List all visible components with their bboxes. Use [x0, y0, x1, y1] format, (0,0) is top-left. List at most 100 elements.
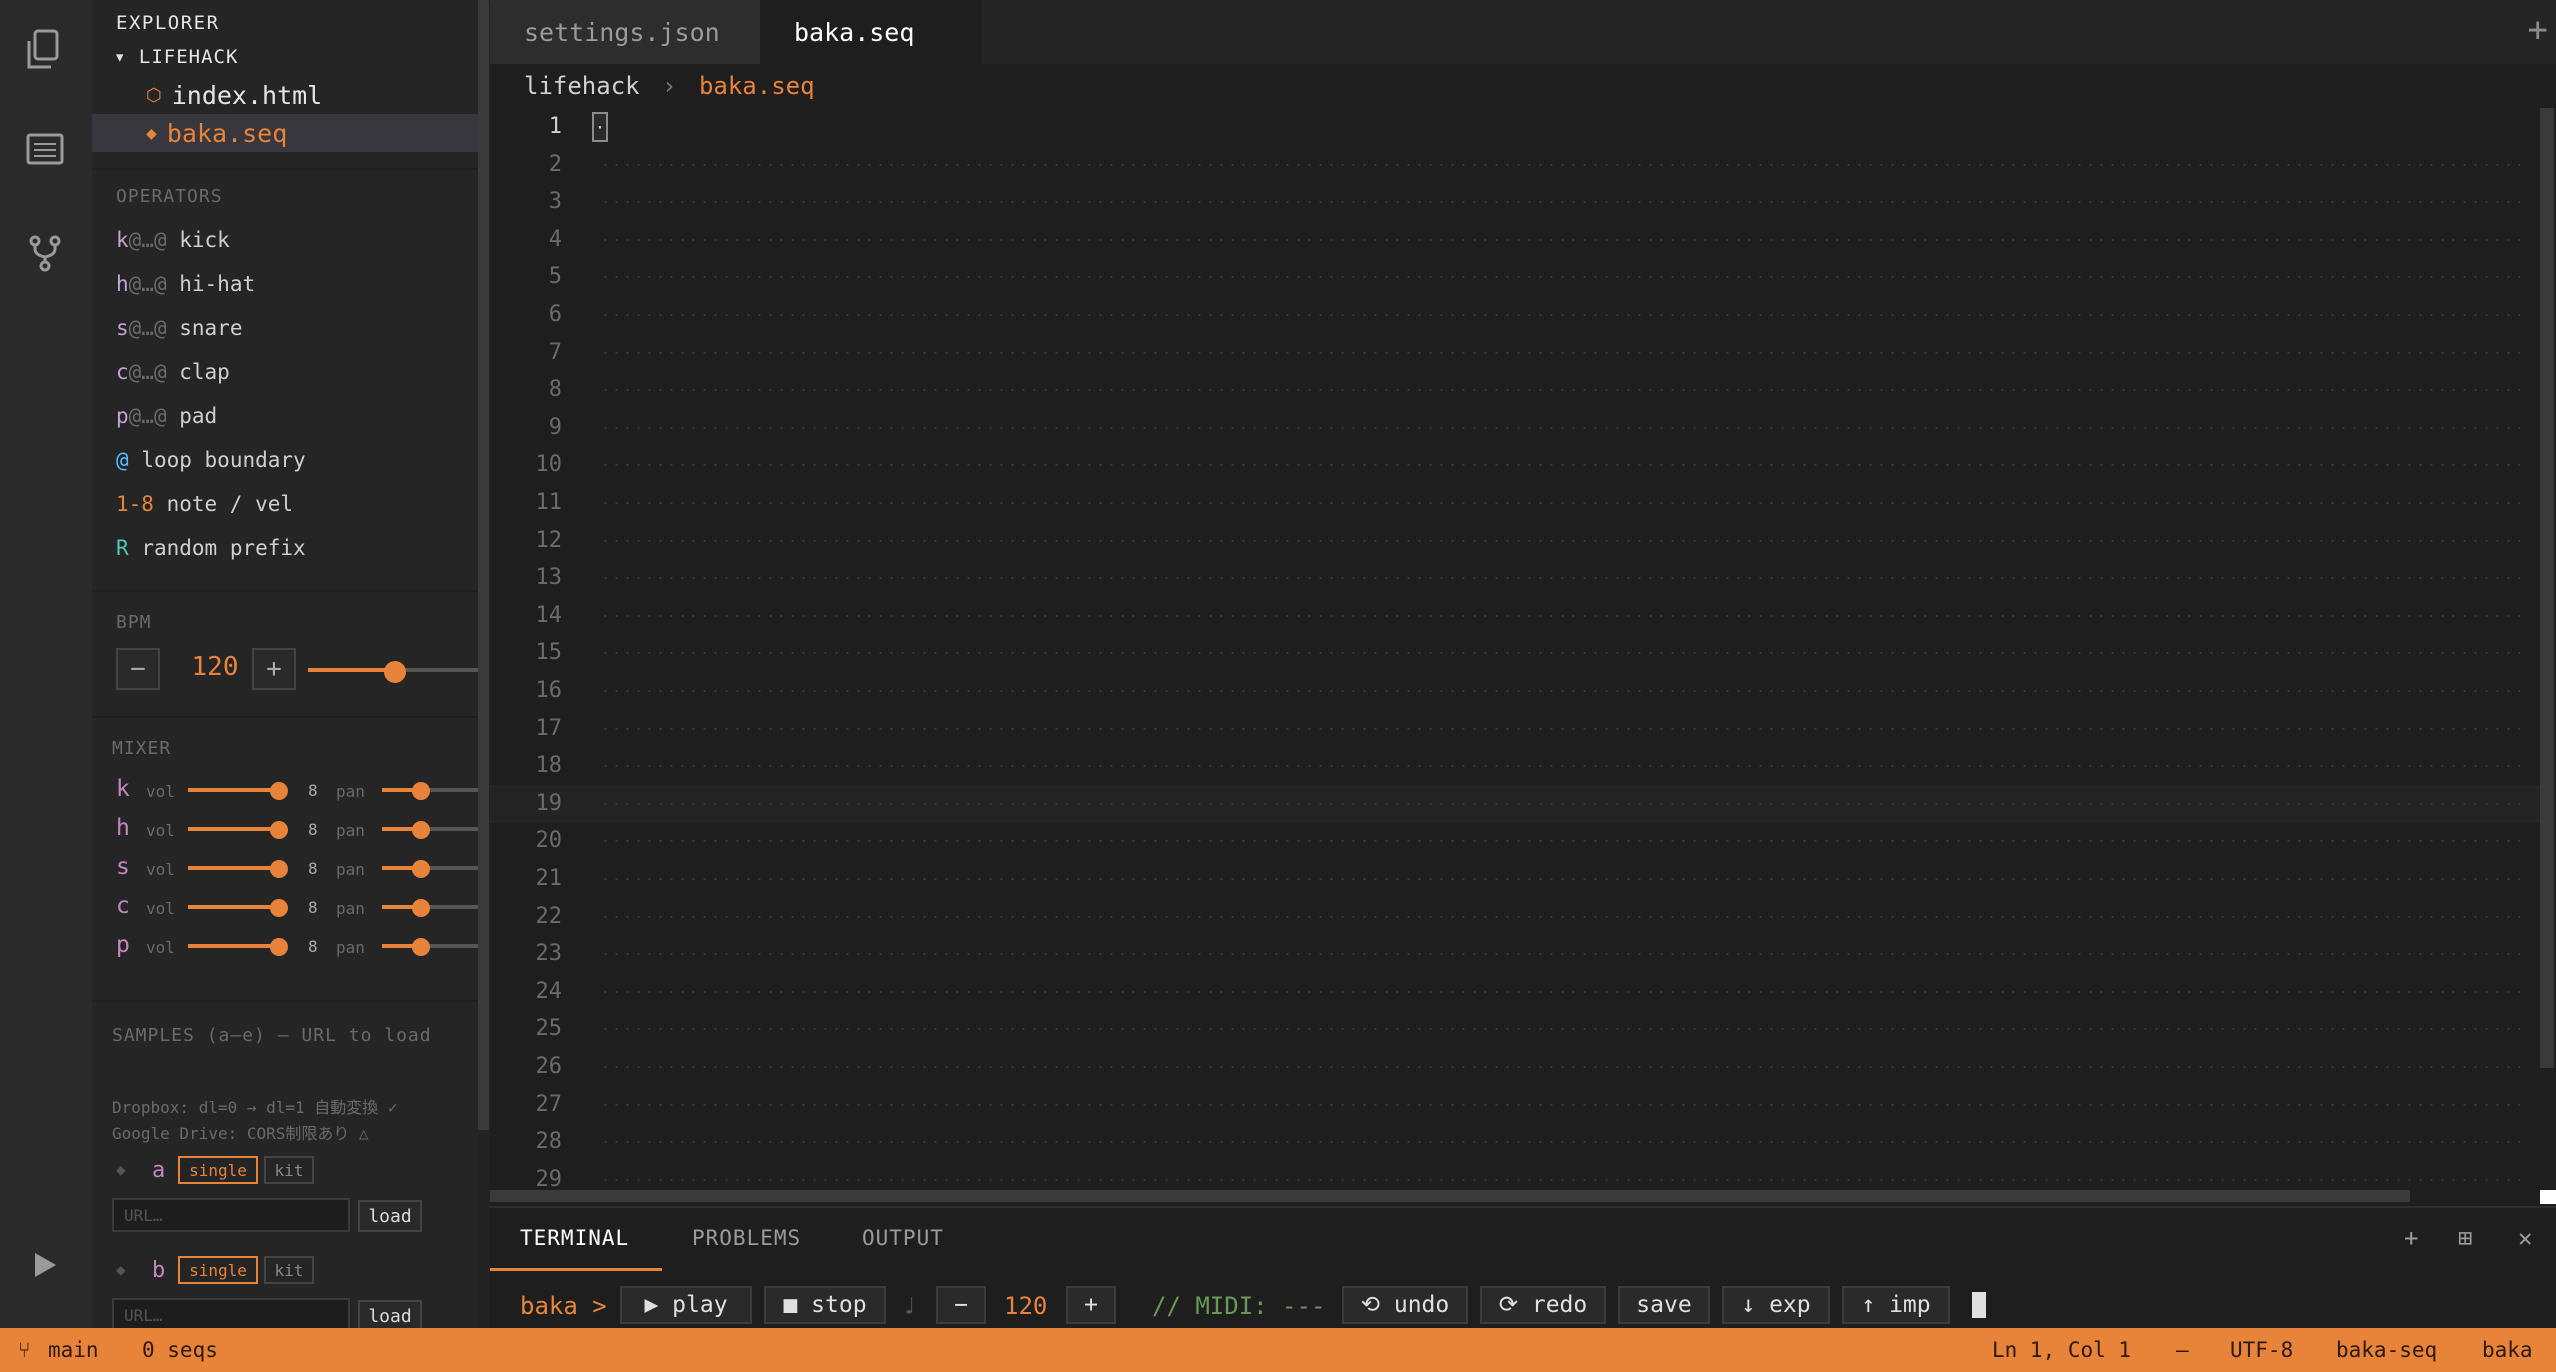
vol-slider[interactable]	[188, 936, 288, 956]
editor-vertical-scrollbar[interactable]	[2540, 108, 2554, 1068]
pan-slider[interactable]	[382, 819, 478, 839]
editor-line[interactable]: 1 ·	[490, 108, 2540, 146]
panel-tab-terminal[interactable]: TERMINAL	[520, 1226, 629, 1250]
pan-slider-knob[interactable]	[412, 938, 430, 956]
editor-line[interactable]: 14	[490, 597, 2540, 635]
bpm-increment-button[interactable]: +	[252, 648, 296, 690]
export-button[interactable]: ↓ exp	[1722, 1286, 1830, 1324]
operator-kick: k@…@ kick	[116, 228, 230, 252]
editor-line[interactable]: 3	[490, 183, 2540, 221]
editor[interactable]: 1 · 2 3 4 5 6 7 8 9 10 11 12 13 14 15 16 17 18 19 20 21 22 23 24…	[490, 108, 2540, 1188]
pan-slider[interactable]	[382, 936, 478, 956]
files-icon[interactable]	[20, 26, 70, 76]
single-mode-button[interactable]: single	[178, 1256, 258, 1284]
editor-line[interactable]: 23	[490, 935, 2540, 973]
bpm-slider[interactable]	[308, 660, 478, 683]
editor-line[interactable]: 27	[490, 1086, 2540, 1124]
single-mode-button[interactable]: single	[178, 1156, 258, 1184]
editor-line[interactable]: 15	[490, 634, 2540, 672]
close-panel-icon[interactable]: ✕	[2518, 1224, 2532, 1252]
list-icon[interactable]	[20, 124, 70, 174]
sample-url-input[interactable]: URL…	[112, 1298, 350, 1328]
breadcrumb-file[interactable]: baka.seq	[699, 72, 815, 100]
editor-line[interactable]: 22	[490, 898, 2540, 936]
file-index-html[interactable]: ⬡ index.html	[92, 76, 478, 114]
editor-line[interactable]: 18	[490, 747, 2540, 785]
language-mode[interactable]: baka-seq	[2336, 1338, 2437, 1362]
play-icon[interactable]	[20, 1240, 70, 1290]
stop-button[interactable]: ■ stop	[764, 1286, 886, 1324]
tab-baka-seq[interactable]: baka.seq	[760, 0, 982, 64]
branch-icon[interactable]: ⑂	[18, 1338, 31, 1362]
editor-line[interactable]: 21	[490, 860, 2540, 898]
vol-slider-knob[interactable]	[270, 821, 288, 839]
panel-tab-problems[interactable]: PROBLEMS	[692, 1226, 801, 1250]
import-button[interactable]: ↑ imp	[1842, 1286, 1950, 1324]
vol-slider[interactable]	[188, 819, 288, 839]
editor-line[interactable]: 28	[490, 1123, 2540, 1161]
drag-handle-icon[interactable]: ◆	[116, 1160, 126, 1179]
editor-line[interactable]: 6	[490, 296, 2540, 334]
editor-line[interactable]: 19	[490, 784, 2540, 823]
vol-slider-knob[interactable]	[270, 899, 288, 917]
panel-tab-output[interactable]: OUTPUT	[862, 1226, 944, 1250]
save-button[interactable]: save	[1618, 1286, 1710, 1324]
tab-settings-json[interactable]: settings.json	[490, 0, 760, 64]
editor-line[interactable]: 5	[490, 258, 2540, 296]
editor-line[interactable]: 8	[490, 371, 2540, 409]
vol-slider-knob[interactable]	[270, 860, 288, 878]
editor-line[interactable]: 12	[490, 522, 2540, 560]
editor-line[interactable]: 11	[490, 484, 2540, 522]
pan-slider[interactable]	[382, 897, 478, 917]
editor-line[interactable]: 9	[490, 409, 2540, 447]
pan-slider-knob[interactable]	[412, 899, 430, 917]
bpm-decrement-button[interactable]: −	[116, 648, 160, 690]
editor-line[interactable]: 16	[490, 672, 2540, 710]
editor-line[interactable]: 29	[490, 1161, 2540, 1188]
pan-slider-knob[interactable]	[412, 860, 430, 878]
vol-slider[interactable]	[188, 897, 288, 917]
undo-button[interactable]: ⟲ undo	[1342, 1286, 1468, 1324]
breadcrumb-root[interactable]: lifehack	[524, 72, 640, 100]
editor-line[interactable]: 17	[490, 710, 2540, 748]
editor-line[interactable]: 13	[490, 559, 2540, 597]
vol-slider-knob[interactable]	[270, 782, 288, 800]
sidebar-scrollbar[interactable]	[477, 0, 489, 1130]
file-baka-seq[interactable]: ◆ baka.seq	[92, 114, 478, 152]
new-tab-button[interactable]: +	[2528, 10, 2548, 50]
editor-line[interactable]: 26	[490, 1048, 2540, 1086]
play-button[interactable]: ▶ play	[620, 1286, 752, 1324]
kit-mode-button[interactable]: kit	[264, 1256, 314, 1284]
pan-slider-knob[interactable]	[412, 782, 430, 800]
vol-slider[interactable]	[188, 858, 288, 878]
encoding[interactable]: UTF-8	[2230, 1338, 2293, 1362]
terminal-bpm-decrement[interactable]: −	[936, 1286, 986, 1324]
split-terminal-icon[interactable]: ⊞	[2458, 1224, 2472, 1252]
editor-line[interactable]: 25	[490, 1010, 2540, 1048]
redo-button[interactable]: ⟳ redo	[1480, 1286, 1606, 1324]
folder-lifehack[interactable]: ▾ LIFEHACK	[114, 46, 238, 68]
pan-slider-knob[interactable]	[412, 821, 430, 839]
editor-line[interactable]: 24	[490, 973, 2540, 1011]
editor-line[interactable]: 20	[490, 822, 2540, 860]
editor-line[interactable]: 7	[490, 334, 2540, 372]
vol-slider[interactable]	[188, 780, 288, 800]
terminal-bpm-increment[interactable]: +	[1066, 1286, 1116, 1324]
load-button[interactable]: load	[358, 1200, 422, 1232]
editor-line[interactable]: 4	[490, 221, 2540, 259]
editor-line[interactable]: 10	[490, 446, 2540, 484]
bpm-slider-knob[interactable]	[384, 661, 406, 683]
editor-line[interactable]: 2	[490, 146, 2540, 184]
editor-horizontal-scrollbar[interactable]	[490, 1190, 2410, 1202]
branch-name[interactable]: main	[48, 1338, 99, 1362]
branch-icon[interactable]	[20, 228, 70, 278]
drag-handle-icon[interactable]: ◆	[116, 1260, 126, 1279]
new-terminal-icon[interactable]: +	[2404, 1224, 2418, 1252]
sample-url-input[interactable]: URL…	[112, 1198, 350, 1232]
load-button[interactable]: load	[358, 1300, 422, 1328]
pan-slider[interactable]	[382, 780, 478, 800]
pan-slider[interactable]	[382, 858, 478, 878]
cursor-position[interactable]: Ln 1, Col 1	[1992, 1338, 2131, 1362]
vol-slider-knob[interactable]	[270, 938, 288, 956]
kit-mode-button[interactable]: kit	[264, 1156, 314, 1184]
